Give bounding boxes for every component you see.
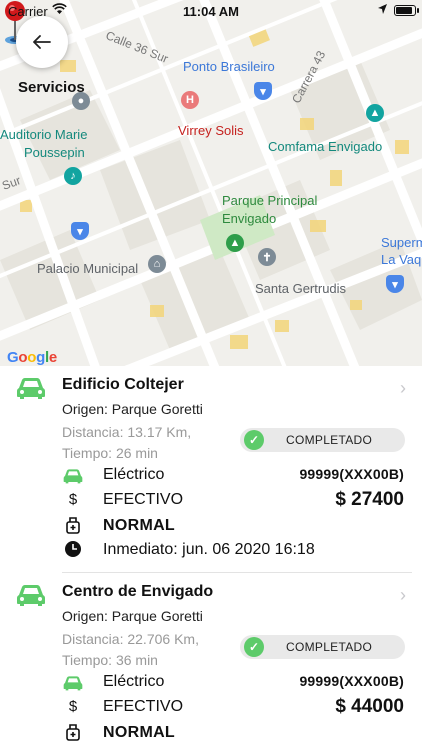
status-time: 11:04 AM bbox=[183, 4, 239, 19]
vehicle-plate: 99999(XXX00B) bbox=[299, 673, 404, 689]
service-time: Tiempo: 26 min bbox=[62, 445, 158, 461]
car-icon bbox=[17, 378, 45, 399]
poi-label-superm[interactable]: Superm bbox=[381, 235, 422, 250]
service-datetime: Inmediato: jun. 06 2020 16:18 bbox=[103, 541, 315, 558]
service-time: Tiempo: 36 min bbox=[62, 652, 158, 668]
battery-icon bbox=[394, 5, 419, 16]
chevron-right-icon[interactable]: › bbox=[400, 585, 406, 606]
park-icon[interactable]: ▲ bbox=[226, 234, 244, 252]
chevron-right-icon[interactable]: › bbox=[400, 378, 406, 399]
poi-label-comfama[interactable]: Comfama Envigado bbox=[268, 139, 382, 154]
service-destination: Centro de Envigado bbox=[62, 583, 214, 600]
shopping-icon[interactable]: ▾ bbox=[254, 82, 272, 100]
service-origin: Origen: Parque Goretti bbox=[62, 401, 203, 417]
luggage-icon bbox=[62, 723, 84, 741]
status-badge: ✓ COMPLETADO bbox=[240, 428, 405, 452]
google-attribution[interactable]: Google bbox=[7, 349, 57, 366]
poi-label-palacio[interactable]: Palacio Municipal bbox=[37, 261, 138, 276]
luggage-icon bbox=[62, 516, 84, 534]
car-icon bbox=[62, 674, 84, 692]
service-card[interactable]: › Edificio Coltejer Origen: Parque Goret… bbox=[0, 366, 422, 573]
vehicle-plate: 99999(XXX00B) bbox=[299, 466, 404, 482]
service-type: NORMAL bbox=[103, 724, 176, 741]
vehicle-type: Eléctrico bbox=[103, 673, 165, 690]
service-origin: Origen: Parque Goretti bbox=[62, 608, 203, 624]
status-label: COMPLETADO bbox=[286, 640, 373, 654]
car-icon bbox=[17, 585, 45, 606]
car-icon bbox=[62, 467, 84, 485]
arrow-left-icon bbox=[33, 35, 51, 49]
service-price: $ 27400 bbox=[335, 489, 404, 510]
page-title: Servicios bbox=[18, 79, 85, 96]
service-distance-time: Distancia: 13.17 Km, Tiempo: 26 min bbox=[62, 422, 191, 464]
status-badge: ✓ COMPLETADO bbox=[240, 635, 405, 659]
check-icon: ✓ bbox=[244, 430, 264, 450]
status-bar: Carrier 11:04 AM bbox=[0, 0, 422, 22]
vehicle-type: Eléctrico bbox=[103, 466, 165, 483]
service-destination: Edificio Coltejer bbox=[62, 376, 184, 393]
museum-icon[interactable]: ⌂ bbox=[148, 255, 166, 273]
hospital-icon[interactable]: H bbox=[181, 91, 199, 109]
poi-label-ponto-brasileiro[interactable]: Ponto Brasileiro bbox=[183, 59, 275, 74]
back-button[interactable] bbox=[16, 16, 68, 68]
dollar-icon: $ bbox=[68, 697, 78, 715]
service-distance: Distancia: 13.17 Km, bbox=[62, 424, 192, 440]
service-distance: Distancia: 22.706 Km, bbox=[62, 631, 199, 647]
music-icon[interactable]: ♪ bbox=[64, 167, 82, 185]
cart-icon[interactable]: ▾ bbox=[386, 275, 404, 293]
service-price: $ 44000 bbox=[335, 696, 404, 717]
poi-label-la-vaq[interactable]: La Vaq bbox=[381, 252, 421, 267]
payment-method: EFECTIVO bbox=[103, 698, 184, 715]
church-icon[interactable]: ✝ bbox=[258, 248, 276, 266]
service-distance-time: Distancia: 22.706 Km, Tiempo: 36 min bbox=[62, 629, 199, 671]
location-arrow-icon bbox=[378, 4, 387, 14]
dollar-icon: $ bbox=[68, 490, 78, 508]
poi-label-santa-gertrudis[interactable]: Santa Gertrudis bbox=[255, 281, 346, 296]
poi-label-auditorio-2[interactable]: Poussepin bbox=[24, 145, 85, 160]
poi-label-parque[interactable]: Parque Principal bbox=[222, 193, 317, 208]
poi-label-parque-2[interactable]: Envigado bbox=[222, 211, 276, 226]
poi-label-auditorio[interactable]: Auditorio Marie bbox=[0, 127, 87, 142]
check-icon: ✓ bbox=[244, 637, 264, 657]
building-icon[interactable]: ▲ bbox=[366, 104, 384, 122]
service-card[interactable]: › Centro de Envigado Origen: Parque Gore… bbox=[0, 573, 422, 750]
clock-icon bbox=[62, 540, 84, 558]
service-type: NORMAL bbox=[103, 517, 176, 534]
payment-method: EFECTIVO bbox=[103, 491, 184, 508]
services-list[interactable]: › Edificio Coltejer Origen: Parque Goret… bbox=[0, 366, 422, 750]
status-label: COMPLETADO bbox=[286, 433, 373, 447]
poi-label-virrey-solis[interactable]: Virrey Solis bbox=[178, 123, 244, 138]
shopping-icon[interactable]: ▾ bbox=[71, 222, 89, 240]
battery-level bbox=[396, 7, 413, 14]
